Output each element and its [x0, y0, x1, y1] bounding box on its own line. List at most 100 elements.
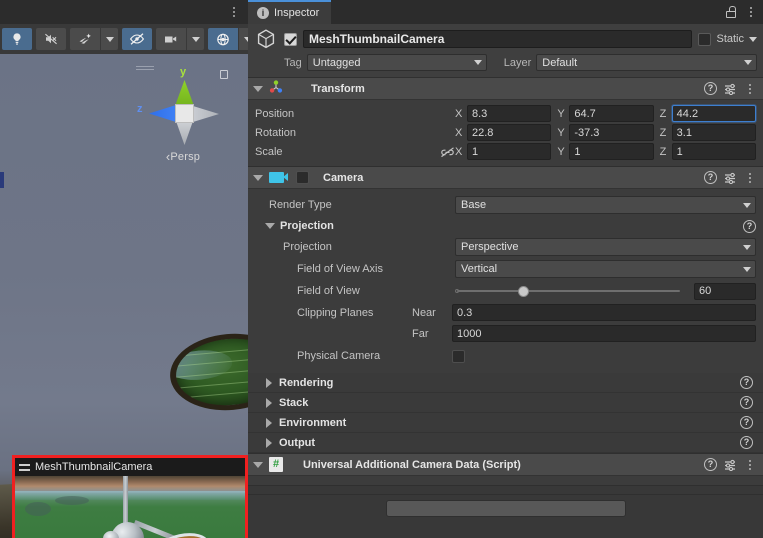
foldout-arrow-icon[interactable]: [266, 437, 272, 448]
scene-camera-dropdown[interactable]: [187, 28, 204, 50]
scale-x-field[interactable]: 1: [467, 143, 552, 160]
scene-visibility-toggle[interactable]: [122, 28, 152, 50]
transform-title: Transform: [311, 82, 365, 95]
preset-settings-icon[interactable]: [724, 83, 737, 95]
render-type-dropdown[interactable]: Base: [455, 196, 756, 214]
rotation-z-field[interactable]: 3.1: [671, 124, 756, 141]
drag-grip-icon[interactable]: [19, 463, 30, 471]
scene-gizmos-dropdown[interactable]: [239, 28, 248, 50]
lock-open-icon[interactable]: [726, 6, 736, 18]
gizmo-center-cube[interactable]: [175, 104, 194, 123]
transform-axis-icon: [269, 80, 283, 97]
help-icon[interactable]: ?: [740, 376, 753, 389]
help-icon[interactable]: ?: [740, 436, 753, 449]
projection-group-header[interactable]: Projection ?: [255, 216, 756, 236]
static-checkbox[interactable]: [698, 32, 712, 46]
tag-dropdown[interactable]: Untagged: [306, 54, 487, 71]
scale-x-value: 1: [472, 145, 479, 158]
help-icon[interactable]: ?: [743, 219, 756, 233]
kebab-menu-icon[interactable]: [744, 82, 756, 96]
help-icon[interactable]: ?: [740, 396, 753, 409]
foldout-arrow-icon[interactable]: [253, 85, 263, 92]
preset-settings-icon[interactable]: [724, 459, 737, 471]
projection-group-label: Projection: [280, 220, 334, 232]
scene-fx-toggle[interactable]: [70, 28, 100, 50]
rotation-y-value: -37.3: [574, 126, 600, 139]
chevron-down-icon: [191, 36, 200, 42]
unity-editor-window: y z ‹Persp MeshThumbnailCamera i Inspect…: [0, 0, 763, 538]
camera-section-output[interactable]: Output ?: [248, 433, 763, 453]
help-icon[interactable]: ?: [704, 458, 717, 471]
gizmo-axis-y-positive[interactable]: [175, 80, 194, 106]
scene-viewport[interactable]: y z ‹Persp MeshThumbnailCamera: [0, 54, 248, 538]
position-x-field[interactable]: 8.3: [467, 105, 552, 122]
kebab-menu-icon[interactable]: [228, 3, 240, 21]
camera-header[interactable]: Camera ?: [248, 167, 763, 189]
scene-orientation-gizmo[interactable]: y z ‹Persp: [128, 62, 238, 172]
gizmo-projection-label[interactable]: ‹Persp: [128, 149, 238, 164]
scene-gizmos-toggle[interactable]: [208, 28, 238, 50]
rotation-y-field[interactable]: -37.3: [569, 124, 654, 141]
position-y-field[interactable]: 64.7: [569, 105, 654, 122]
scale-x-axis: X: [455, 145, 463, 158]
lightbulb-icon: [13, 33, 21, 45]
camera-preview-header: MeshThumbnailCamera: [15, 458, 245, 476]
physical-camera-checkbox[interactable]: [452, 349, 465, 363]
fov-slider[interactable]: [455, 283, 688, 300]
layer-dropdown[interactable]: Default: [536, 54, 757, 71]
kebab-menu-icon[interactable]: [744, 171, 756, 185]
foldout-arrow-icon[interactable]: [266, 397, 272, 408]
camera-enabled-checkbox[interactable]: [296, 171, 309, 184]
scene-lighting-toggle[interactable]: [2, 28, 32, 50]
scene-view-toolbar: [0, 24, 248, 54]
scene-audio-toggle[interactable]: [36, 28, 66, 50]
foldout-arrow-icon[interactable]: [266, 417, 272, 428]
csharp-script-icon: #: [269, 457, 283, 472]
camera-preview-window[interactable]: MeshThumbnailCamera: [12, 455, 248, 538]
far-field[interactable]: 1000: [452, 325, 756, 342]
kebab-menu-icon[interactable]: [744, 458, 756, 472]
chevron-down-icon[interactable]: [749, 36, 757, 42]
position-z-field[interactable]: 44.2: [671, 105, 756, 122]
gizmo-axis-z-positive[interactable]: [149, 105, 176, 122]
foldout-arrow-icon[interactable]: [253, 174, 263, 181]
gizmo-lock-icon[interactable]: [220, 70, 228, 79]
fov-value-field[interactable]: 60: [694, 282, 756, 300]
preset-settings-icon[interactable]: [724, 172, 737, 184]
foldout-arrow-icon[interactable]: [265, 223, 275, 229]
constrain-proportions-off-icon[interactable]: [440, 146, 455, 158]
projection-dropdown[interactable]: Perspective: [455, 238, 756, 256]
tab-inspector[interactable]: i Inspector: [248, 0, 332, 24]
near-field[interactable]: 0.3: [452, 304, 756, 321]
foldout-arrow-icon[interactable]: [253, 461, 263, 468]
gameobject-enabled-checkbox[interactable]: [284, 32, 297, 46]
fov-slider-min-cap: [455, 288, 459, 293]
preview-horizon: [15, 491, 245, 500]
help-icon[interactable]: ?: [704, 171, 717, 184]
scene-camera-settings[interactable]: [156, 28, 186, 50]
position-z-value: 44.2: [676, 107, 699, 120]
gizmo-axis-x-negative[interactable]: [193, 106, 219, 122]
camera-section-environment[interactable]: Environment ?: [248, 413, 763, 433]
render-type-value: Base: [461, 199, 487, 211]
clipping-far-row: Far 1000: [255, 323, 756, 344]
rotation-x-field[interactable]: 22.8: [467, 124, 552, 141]
scale-z-field[interactable]: 1: [671, 143, 756, 160]
fov-axis-dropdown[interactable]: Vertical: [455, 260, 756, 278]
camera-section-rendering[interactable]: Rendering ?: [248, 373, 763, 393]
script-component-header[interactable]: # Universal Additional Camera Data (Scri…: [248, 454, 763, 476]
help-icon[interactable]: ?: [704, 82, 717, 95]
gizmo-axis-y-negative[interactable]: [176, 121, 193, 145]
kebab-menu-icon[interactable]: [745, 5, 757, 19]
fov-slider-handle[interactable]: [517, 285, 529, 297]
gameobject-name-field[interactable]: MeshThumbnailCamera: [303, 30, 693, 48]
help-icon[interactable]: ?: [740, 416, 753, 429]
camera-section-stack[interactable]: Stack ?: [248, 393, 763, 413]
transform-header[interactable]: Transform ?: [248, 78, 763, 100]
scene-fx-dropdown[interactable]: [101, 28, 118, 50]
fov-row: Field of View 60: [255, 280, 756, 302]
scale-y-field[interactable]: 1: [569, 143, 654, 160]
foldout-arrow-icon[interactable]: [266, 377, 272, 388]
add-component-button[interactable]: [385, 500, 626, 517]
fov-axis-label: Field of View Axis: [297, 263, 384, 275]
